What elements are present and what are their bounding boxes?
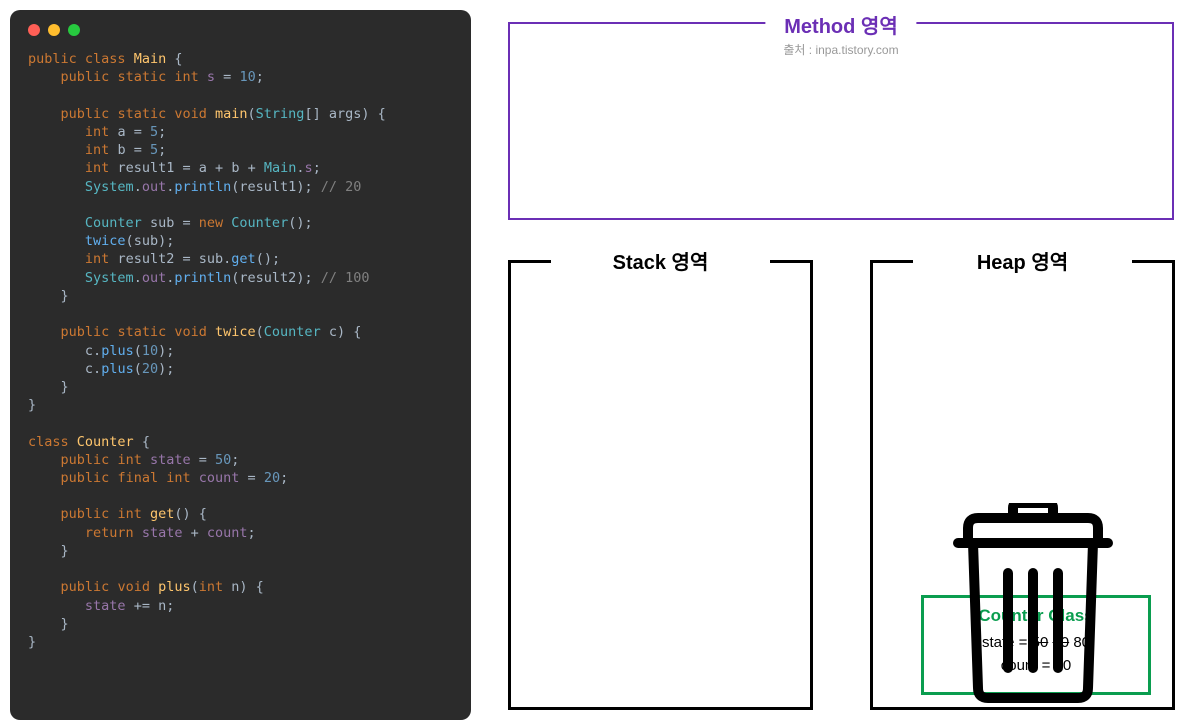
stack-area-header: Stack 영역	[591, 246, 731, 275]
count-label: count =	[1001, 657, 1055, 674]
counter-state-field: state = 50 60 80	[924, 632, 1148, 655]
heap-area-title: Heap 영역	[977, 246, 1068, 275]
stack-top-border-right	[770, 260, 810, 263]
state-old-2: 60	[1052, 634, 1069, 651]
method-area-header: Method 영역 출처 : inpa.tistory.com	[765, 10, 916, 58]
method-area-source: 출처 : inpa.tistory.com	[783, 41, 898, 58]
heap-area-header: Heap 영역	[955, 246, 1090, 275]
counter-count-field: count = 20	[924, 655, 1148, 678]
counter-object-box: Counter Class state = 50 60 80 count = 2…	[921, 595, 1151, 695]
state-old-1: 50	[1032, 634, 1049, 651]
close-dot	[28, 24, 40, 36]
minimize-dot	[48, 24, 60, 36]
counter-class-title: Counter Class	[924, 606, 1148, 626]
state-current: 80	[1073, 634, 1090, 651]
stack-area-box: Stack 영역	[508, 260, 813, 710]
count-value: 20	[1055, 657, 1072, 674]
code-editor-panel: public class Main { public static int s …	[10, 10, 471, 720]
stack-top-border-left	[511, 260, 551, 263]
method-area-title: Method 영역	[783, 10, 898, 39]
heap-top-border-left	[873, 260, 913, 263]
heap-area-box: Heap 영역 Counter Class state = 50 60 80 c…	[870, 260, 1175, 710]
source-code: public class Main { public static int s …	[28, 50, 453, 651]
maximize-dot	[68, 24, 80, 36]
method-area-box: Method 영역 출처 : inpa.tistory.com	[508, 22, 1174, 220]
stack-area-title: Stack 영역	[613, 246, 709, 275]
heap-top-border-right	[1132, 260, 1172, 263]
window-controls	[28, 24, 453, 36]
state-label: state =	[982, 634, 1032, 651]
